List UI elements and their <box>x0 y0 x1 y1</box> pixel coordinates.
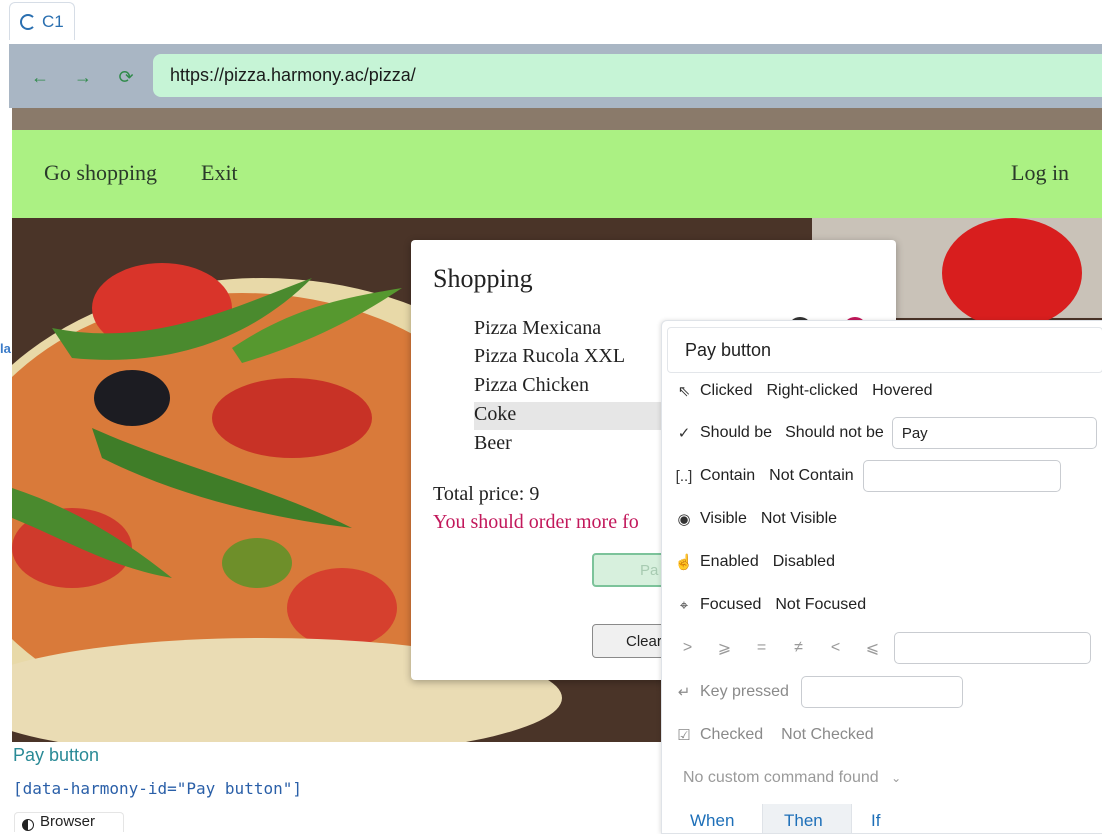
left-edge-text: la <box>0 341 11 356</box>
row-enabled: ☝ Enabled Disabled <box>662 547 1102 577</box>
keyboard-enter-icon: ↵ <box>677 684 691 701</box>
product-item[interactable]: Beer <box>474 432 512 455</box>
assertion-panel: Pay button ⇖ Clicked Right-clicked Hover… <box>661 320 1102 834</box>
order-warning: You should order more fo <box>433 511 639 533</box>
product-item[interactable]: Coke <box>474 403 516 426</box>
nav-exit[interactable]: Exit <box>201 160 238 186</box>
cmp-less-equal[interactable]: ⩽ <box>854 638 891 658</box>
product-item[interactable]: Pizza Rucola XXL <box>474 345 625 368</box>
tab-c1[interactable]: C1 <box>9 2 75 40</box>
product-item[interactable]: Pizza Mexicana <box>474 317 601 340</box>
opt-right-clicked[interactable]: Right-clicked <box>766 382 858 400</box>
selected-element-selector: [data-harmony-id="Pay button"] <box>13 779 302 798</box>
row-key: ↵ Key pressed <box>662 676 1102 708</box>
focus-target-icon: ⌖ <box>679 596 689 614</box>
brackets-icon: [..] <box>675 467 693 485</box>
site-navbar <box>12 130 1102 218</box>
cmp-greater-equal[interactable]: ⩾ <box>706 638 743 658</box>
compare-input[interactable] <box>894 632 1091 664</box>
opt-should-not-be[interactable]: Should not be <box>785 424 884 442</box>
custom-command-text: No custom command found <box>683 769 879 786</box>
opt-focused[interactable]: Focused <box>700 596 761 614</box>
tab-then[interactable]: Then <box>784 811 823 833</box>
row-visible: ◉ Visible Not Visible <box>662 504 1102 534</box>
opt-not-visible[interactable]: Not Visible <box>761 510 837 528</box>
dialog-title: Shopping <box>433 264 533 293</box>
url-text: https://pizza.harmony.ac/pizza/ <box>170 65 416 85</box>
opt-contain[interactable]: Contain <box>700 467 755 485</box>
reload-button[interactable]: ⟳ <box>113 64 139 90</box>
browser-panel-tab[interactable]: Browser <box>14 812 124 832</box>
cmp-greater[interactable]: > <box>669 639 706 657</box>
contrast-icon <box>22 819 34 831</box>
opt-not-checked[interactable]: Not Checked <box>781 726 874 744</box>
row-mouse: ⇖ Clicked Right-clicked Hovered <box>662 376 1102 406</box>
row-focused: ⌖ Focused Not Focused <box>662 590 1102 620</box>
forward-button[interactable]: → <box>70 64 96 90</box>
key-input[interactable] <box>800 676 963 708</box>
tab-strip: C1 <box>0 0 1102 44</box>
tab-if[interactable]: If <box>871 811 880 833</box>
reload-icon: ⟳ <box>118 66 134 87</box>
arrow-left-icon: ← <box>31 66 49 87</box>
row-contain: [..] Contain Not Contain <box>662 460 1102 492</box>
chevron-down-icon: ⌄ <box>891 771 902 785</box>
product-item[interactable]: Pizza Chicken <box>474 374 589 397</box>
custom-command-dropdown[interactable]: No custom command found ⌄ <box>683 769 901 787</box>
opt-clicked[interactable]: Clicked <box>700 382 752 400</box>
nav-log-in[interactable]: Log in <box>1011 160 1069 186</box>
tab-label: C1 <box>42 11 64 31</box>
cursor-icon: ⇖ <box>677 383 691 400</box>
eye-icon: ◉ <box>677 511 691 528</box>
nav-go-shopping[interactable]: Go shopping <box>44 160 157 186</box>
opt-not-contain[interactable]: Not Contain <box>769 467 854 485</box>
opt-visible[interactable]: Visible <box>700 510 747 528</box>
row-compare: > ⩾ = ≠ < ⩽ <box>662 632 1102 664</box>
opt-disabled[interactable]: Disabled <box>773 553 835 571</box>
opt-checked[interactable]: Checked <box>700 726 763 744</box>
opt-enabled[interactable]: Enabled <box>700 553 759 571</box>
row-checked: ☑ Checked Not Checked <box>662 720 1102 750</box>
clear-button-label: Clear <box>626 632 662 650</box>
panel-title: Pay button <box>667 327 1102 373</box>
check-icon: ✓ <box>677 425 691 442</box>
url-bar[interactable]: https://pizza.harmony.ac/pizza/ <box>153 54 1102 97</box>
contain-input[interactable] <box>862 460 1061 492</box>
should-value-input[interactable] <box>891 417 1097 449</box>
checkbox-icon: ☑ <box>677 727 691 744</box>
hand-pointer-icon: ☝ <box>674 554 694 571</box>
back-button[interactable]: ← <box>27 64 53 90</box>
arrow-right-icon: → <box>74 66 92 87</box>
opt-key-pressed[interactable]: Key pressed <box>700 683 789 701</box>
cmp-equal[interactable]: = <box>743 639 780 657</box>
opt-not-focused[interactable]: Not Focused <box>775 596 866 614</box>
opt-hovered[interactable]: Hovered <box>872 382 932 400</box>
cmp-not-equal[interactable]: ≠ <box>780 639 817 657</box>
selected-element-name: Pay button <box>13 745 100 765</box>
browser-panel-label: Browser <box>40 813 96 830</box>
total-price: Total price: 9 <box>433 483 540 505</box>
pay-button-label: Pa <box>640 561 659 579</box>
row-should: ✓ Should be Should not be <box>662 417 1102 449</box>
left-gutter <box>0 44 9 832</box>
tab-when[interactable]: When <box>690 811 734 833</box>
opt-should-be[interactable]: Should be <box>700 424 772 442</box>
loading-spinner-icon <box>20 13 36 30</box>
cmp-less[interactable]: < <box>817 639 854 657</box>
